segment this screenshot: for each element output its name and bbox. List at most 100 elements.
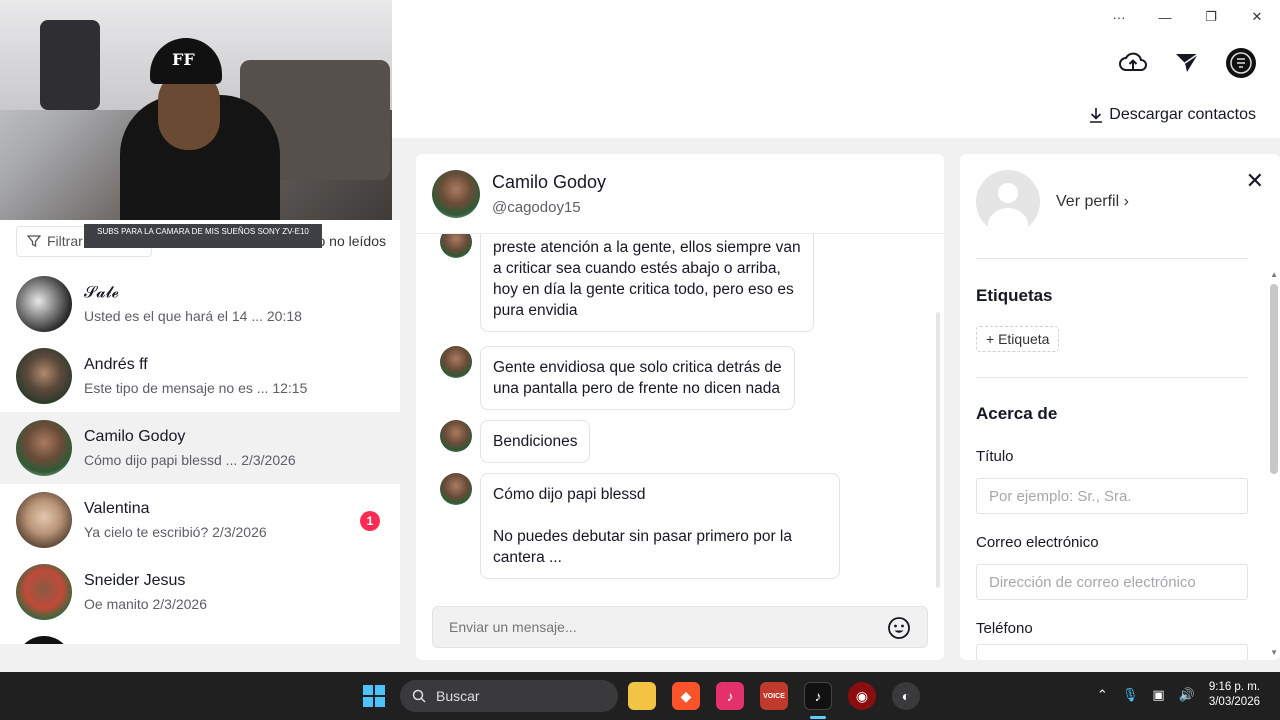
chat-avatar[interactable] xyxy=(432,169,480,218)
message: Gente envidiosa que solo critica detrás … xyxy=(440,346,795,410)
chat-panel: Camilo Godoy @cagodoy15 preste atención … xyxy=(416,154,944,660)
avatar xyxy=(16,636,72,644)
tiktok-lite-icon[interactable]: ♪ xyxy=(716,682,744,710)
upload-cloud-icon[interactable] xyxy=(1116,46,1150,80)
funnel-icon xyxy=(27,235,41,248)
brave-browser-icon[interactable]: ◆ xyxy=(672,682,700,710)
sender-avatar xyxy=(440,234,472,258)
avatar xyxy=(16,276,72,332)
chat-scrollbar[interactable] xyxy=(936,312,940,588)
stream-app-icon[interactable]: ◉ xyxy=(848,682,876,710)
about-title: Acerca de xyxy=(976,404,1058,423)
webcam-chair xyxy=(40,20,100,110)
conversation-preview: Este tipo de mensaje no es ... xyxy=(84,380,269,396)
network-icon[interactable]: ▣ xyxy=(1152,687,1164,703)
taskbar-search[interactable]: Buscar xyxy=(400,680,618,712)
volume-icon[interactable]: 🔊 xyxy=(1179,687,1195,703)
profile-panel: Ver perfil › ✕ Etiquetas + Etiqueta Acer… xyxy=(960,154,1280,660)
stream-banner: SUBS PARA LA CAMARA DE MIS SUEÑOS SONY Z… xyxy=(84,224,322,248)
avatar xyxy=(16,492,72,548)
conversation-name: Sneider Jesus xyxy=(84,572,186,589)
email-field[interactable] xyxy=(976,564,1248,600)
close-icon[interactable]: ✕ xyxy=(1246,168,1264,194)
conversation-item[interactable]: 𝓢𝓪𝓵𝓮 Usted es el que hará el 14 ... 20:1… xyxy=(0,268,400,340)
add-tag-button[interactable]: + Etiqueta xyxy=(976,326,1060,352)
conversation-time: 2/3/2026 xyxy=(212,524,267,540)
file-explorer-icon[interactable] xyxy=(628,682,656,710)
send-filter-icon[interactable] xyxy=(1170,46,1204,80)
header-actions xyxy=(1116,46,1258,80)
search-icon xyxy=(412,689,426,703)
cap-logo: FF xyxy=(172,50,195,69)
conversation-item[interactable] xyxy=(0,628,400,644)
conversation-name: Camilo Godoy xyxy=(84,428,186,445)
divider xyxy=(976,377,1248,378)
message-bubble: Bendiciones xyxy=(480,420,591,463)
download-contacts-label: Descargar contactos xyxy=(1109,106,1256,123)
chat-contact-name[interactable]: Camilo Godoy xyxy=(492,172,606,193)
message-bubble: preste atención a la gente, ellos siempr… xyxy=(480,234,814,332)
message-bubble: Cómo dijo papi blessd No puedes debutar … xyxy=(480,473,840,579)
windows-start-icon[interactable] xyxy=(362,684,386,708)
unread-badge: 1 xyxy=(360,511,380,531)
title-label: Título xyxy=(976,448,1014,465)
compose-box xyxy=(432,606,928,648)
conversation-preview: Usted es el que hará el 14 ... xyxy=(84,308,263,324)
conversation-preview: Oe manito xyxy=(84,596,149,612)
clock-time: 9:16 p. m. xyxy=(1208,681,1260,693)
search-label: Buscar xyxy=(436,688,480,704)
conversation-time: 20:18 xyxy=(266,308,302,324)
account-avatar[interactable] xyxy=(1224,46,1258,80)
profile-row: Ver perfil › xyxy=(976,170,1129,234)
more-button[interactable]: ··· xyxy=(1096,6,1142,28)
message-bubble: Gente envidiosa que solo critica detrás … xyxy=(480,346,795,410)
microphone-icon[interactable]: 🎙 xyxy=(1122,687,1139,703)
conversation-item[interactable]: Valentina Ya cielo te escribió? 2/3/2026… xyxy=(0,484,400,556)
close-window-button[interactable]: ✕ xyxy=(1234,6,1280,28)
download-icon xyxy=(1090,108,1103,123)
conversation-name: Valentina xyxy=(84,500,150,517)
clock-date: 3/03/2026 xyxy=(1208,696,1260,708)
restore-button[interactable]: ❐ xyxy=(1188,6,1234,28)
conversation-preview: Ya cielo te escribió? xyxy=(84,524,209,540)
profile-scrollbar[interactable] xyxy=(1270,284,1278,474)
title-input[interactable] xyxy=(976,478,1248,514)
message-list: preste atención a la gente, ellos siempr… xyxy=(416,234,944,592)
window-controls: ··· — ❐ ✕ xyxy=(1096,6,1280,28)
conversation-panel: Filtrar ⌄ Solo no leídos 𝓢𝓪𝓵𝓮 Usted es e… xyxy=(0,220,400,644)
conversation-item[interactable]: Sneider Jesus Oe manito 2/3/2026 xyxy=(0,556,400,628)
conversation-time: 2/3/2026 xyxy=(152,596,207,612)
conversation-item-active[interactable]: Camilo Godoy Cómo dijo papi blessd ... 2… xyxy=(0,412,400,484)
conversation-name: 𝓢𝓪𝓵𝓮 xyxy=(84,284,119,301)
message-input[interactable] xyxy=(449,619,869,635)
clock[interactable]: 9:16 p. m. 3/03/2026 xyxy=(1209,680,1260,710)
message: Cómo dijo papi blessd No puedes debutar … xyxy=(440,473,840,579)
minimize-button[interactable]: — xyxy=(1142,6,1188,28)
avatar xyxy=(16,564,72,620)
sender-avatar xyxy=(440,346,472,378)
emoji-icon[interactable] xyxy=(887,616,911,640)
chevron-up-icon[interactable]: ⌃ xyxy=(1097,687,1108,703)
active-app-indicator xyxy=(810,716,826,719)
scroll-down-icon[interactable]: ▼ xyxy=(1270,648,1278,657)
webcam-overlay: FF xyxy=(0,0,392,220)
sender-avatar xyxy=(440,420,472,452)
obs-icon[interactable]: ◐ xyxy=(892,682,920,710)
scroll-up-icon[interactable]: ▲ xyxy=(1270,270,1278,279)
avatar xyxy=(16,420,72,476)
phone-field[interactable] xyxy=(976,644,1248,660)
message: Bendiciones xyxy=(440,420,591,463)
phone-label: Teléfono xyxy=(976,620,1033,637)
tiktok-icon[interactable]: ♪ xyxy=(804,682,832,710)
chat-header: Camilo Godoy @cagodoy15 xyxy=(416,154,944,234)
conversation-list: 𝓢𝓪𝓵𝓮 Usted es el que hará el 14 ... 20:1… xyxy=(0,268,400,644)
system-tray: ⌃ 🎙 ▣ 🔊 9:16 p. m. 3/03/2026 xyxy=(1097,680,1260,710)
voicemeeter-icon[interactable]: VOICE xyxy=(760,682,788,710)
filter-label: Filtrar xyxy=(47,233,83,249)
conversation-item[interactable]: Andrés ff Este tipo de mensaje no es ...… xyxy=(0,340,400,412)
download-contacts-button[interactable]: Descargar contactos xyxy=(1089,106,1256,124)
tags-title: Etiquetas xyxy=(976,286,1053,305)
view-profile-link[interactable]: Ver perfil › xyxy=(1056,193,1129,211)
conversation-time: 2/3/2026 xyxy=(241,452,296,468)
sender-avatar xyxy=(440,473,472,505)
